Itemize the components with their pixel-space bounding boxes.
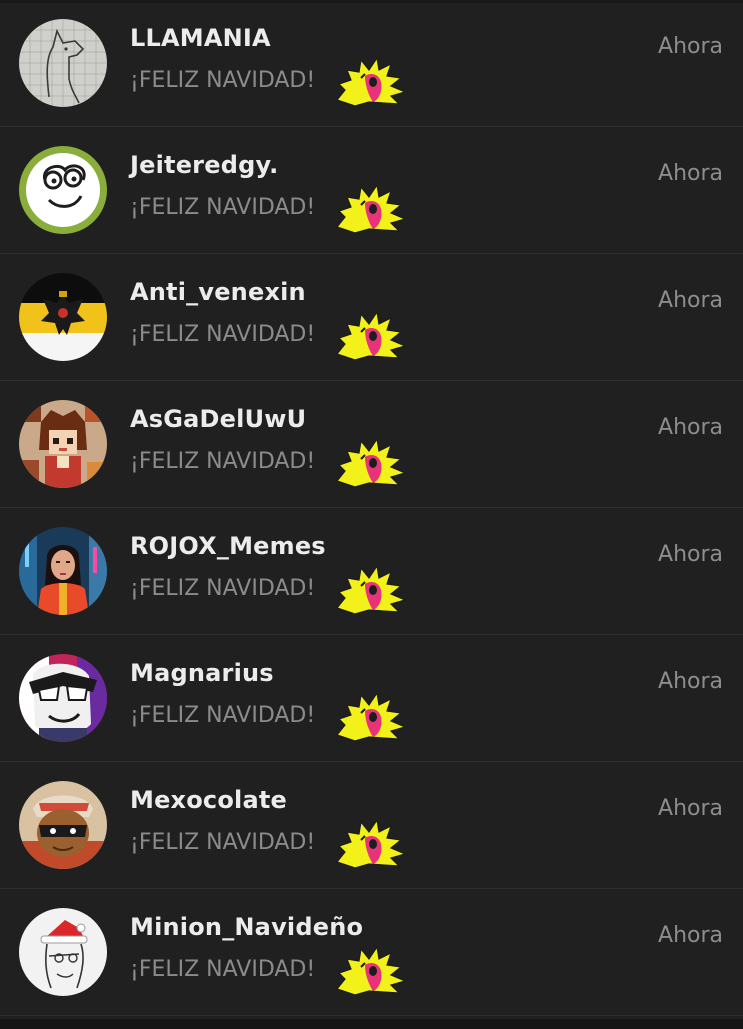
conversation-row[interactable]: Mexocolate ¡FELIZ NAVIDAD! Ahora: [0, 762, 743, 889]
message-preview: ¡FELIZ NAVIDAD!: [130, 957, 316, 982]
avatar[interactable]: [19, 527, 107, 615]
conversation-list: LLAMANIA ¡FELIZ NAVIDAD! Ahora Jeiteredg…: [0, 0, 743, 1029]
username: Anti_venexin: [130, 278, 306, 306]
all-the-things-meme-icon: [335, 437, 407, 487]
conversation-row[interactable]: Jeiteredgy. ¡FELIZ NAVIDAD! Ahora: [0, 127, 743, 254]
avatar[interactable]: [19, 654, 107, 742]
username: Minion_Navideño: [130, 913, 364, 941]
avatar[interactable]: [19, 146, 107, 234]
neon-city-girl-avatar-icon: [19, 527, 107, 615]
all-the-things-meme-icon: [335, 945, 407, 995]
all-the-things-meme-icon: [335, 564, 407, 614]
message-preview: ¡FELIZ NAVIDAD!: [130, 830, 316, 855]
llama-sketch-avatar-icon: [19, 19, 107, 107]
all-the-things-meme-icon: [335, 691, 407, 741]
avatar[interactable]: [19, 781, 107, 869]
avatar[interactable]: [19, 400, 107, 488]
cartoon-hero-avatar-icon: [19, 654, 107, 742]
username: ROJOX_Memes: [130, 532, 326, 560]
message-preview: ¡FELIZ NAVIDAD!: [130, 68, 316, 93]
avatar[interactable]: [19, 19, 107, 107]
all-the-things-meme-icon: [335, 56, 407, 106]
pixel-anime-girl-avatar-icon: [19, 400, 107, 488]
all-the-things-meme-icon: [335, 183, 407, 233]
conversation-row[interactable]: ROJOX_Memes ¡FELIZ NAVIDAD! Ahora: [0, 508, 743, 635]
masked-character-avatar-icon: [19, 781, 107, 869]
username: Magnarius: [130, 659, 274, 687]
username: LLAMANIA: [130, 24, 271, 52]
imperial-eagle-flag-avatar-icon: [19, 273, 107, 361]
username: Mexocolate: [130, 786, 288, 814]
avatar[interactable]: [19, 273, 107, 361]
message-preview: ¡FELIZ NAVIDAD!: [130, 195, 316, 220]
timestamp: Ahora: [658, 669, 723, 694]
message-preview: ¡FELIZ NAVIDAD!: [130, 576, 316, 601]
username: Jeiteredgy.: [130, 151, 279, 179]
timestamp: Ahora: [658, 288, 723, 313]
timestamp: Ahora: [658, 923, 723, 948]
all-the-things-meme-icon: [335, 310, 407, 360]
conversation-row[interactable]: AsGaDelUwU ¡FELIZ NAVIDAD! Ahora: [0, 381, 743, 508]
conversation-row[interactable]: Anti_venexin ¡FELIZ NAVIDAD! Ahora: [0, 254, 743, 381]
conversation-row[interactable]: Minion_Navideño ¡FELIZ NAVIDAD! Ahora: [0, 889, 743, 1016]
timestamp: Ahora: [658, 161, 723, 186]
santa-hat-sketch-avatar-icon: [19, 908, 107, 996]
smiling-face-avatar-icon: [19, 146, 107, 234]
message-preview: ¡FELIZ NAVIDAD!: [130, 703, 316, 728]
message-preview: ¡FELIZ NAVIDAD!: [130, 449, 316, 474]
conversation-row[interactable]: Magnarius ¡FELIZ NAVIDAD! Ahora: [0, 635, 743, 762]
username: AsGaDelUwU: [130, 405, 307, 433]
message-preview: ¡FELIZ NAVIDAD!: [130, 322, 316, 347]
all-the-things-meme-icon: [335, 818, 407, 868]
timestamp: Ahora: [658, 415, 723, 440]
conversation-row[interactable]: LLAMANIA ¡FELIZ NAVIDAD! Ahora: [0, 0, 743, 127]
timestamp: Ahora: [658, 796, 723, 821]
avatar[interactable]: [19, 908, 107, 996]
timestamp: Ahora: [658, 34, 723, 59]
timestamp: Ahora: [658, 542, 723, 567]
